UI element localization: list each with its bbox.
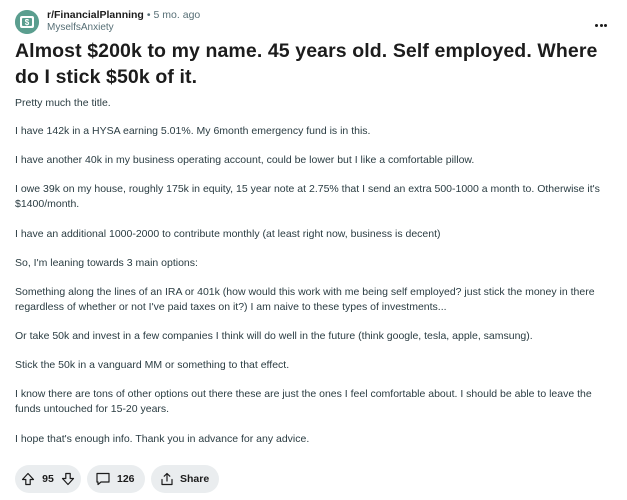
body-paragraph: Pretty much the title. (15, 97, 111, 109)
upvote-arrow-icon[interactable] (21, 472, 35, 486)
vote-control: 95 (15, 465, 81, 493)
comment-count: 126 (117, 473, 135, 485)
body-paragraph: I have 142k in a HYSA earning 5.01%. My … (15, 125, 371, 137)
downvote-arrow-icon[interactable] (61, 472, 75, 486)
share-icon (160, 472, 174, 486)
subreddit-avatar[interactable]: $ (15, 10, 39, 34)
post-header: $ r/FinancialPlanning • 5 mo. ago MyselfsA… (15, 8, 615, 36)
svg-text:$: $ (25, 18, 30, 27)
ellipsis-icon[interactable] (595, 14, 611, 27)
body-paragraph: Something along the lines of an IRA or 4… (15, 286, 595, 313)
post-actions: 95 126 Share (15, 465, 615, 493)
subreddit-link[interactable]: r/FinancialPlanning (47, 9, 144, 21)
username-link[interactable]: MyselfsAnxiety (47, 22, 200, 34)
post-title: Almost $200k to my name. 45 years old. S… (15, 40, 598, 88)
comments-button[interactable]: 126 (87, 465, 145, 493)
body-paragraph: Or take 50k and invest in a few companie… (15, 330, 533, 342)
share-label: Share (180, 473, 210, 485)
comment-bubble-icon (95, 472, 111, 486)
post-age: 5 mo. ago (153, 9, 201, 21)
body-paragraph: I know there are tons of other options o… (15, 388, 592, 415)
share-button[interactable]: Share (151, 465, 219, 493)
dollar-icon: $ (15, 10, 39, 34)
body-paragraph: I hope that's enough info. Thank you in … (15, 433, 310, 445)
body-paragraph: I have an additional 1000-2000 to contri… (15, 228, 441, 240)
post-meta: r/FinancialPlanning • 5 mo. ago MyselfsAnx… (47, 9, 200, 34)
body-paragraph: I have another 40k in my business operat… (15, 154, 475, 166)
vote-count: 95 (42, 473, 54, 485)
body-paragraph: Stick the 50k in a vanguard MM or someth… (15, 359, 290, 371)
meta-separator: • (146, 9, 151, 21)
body-paragraph: I owe 39k on my house, roughly 175k in e… (15, 183, 600, 210)
body-paragraph: So, I'm leaning towards 3 main options: (15, 257, 198, 269)
